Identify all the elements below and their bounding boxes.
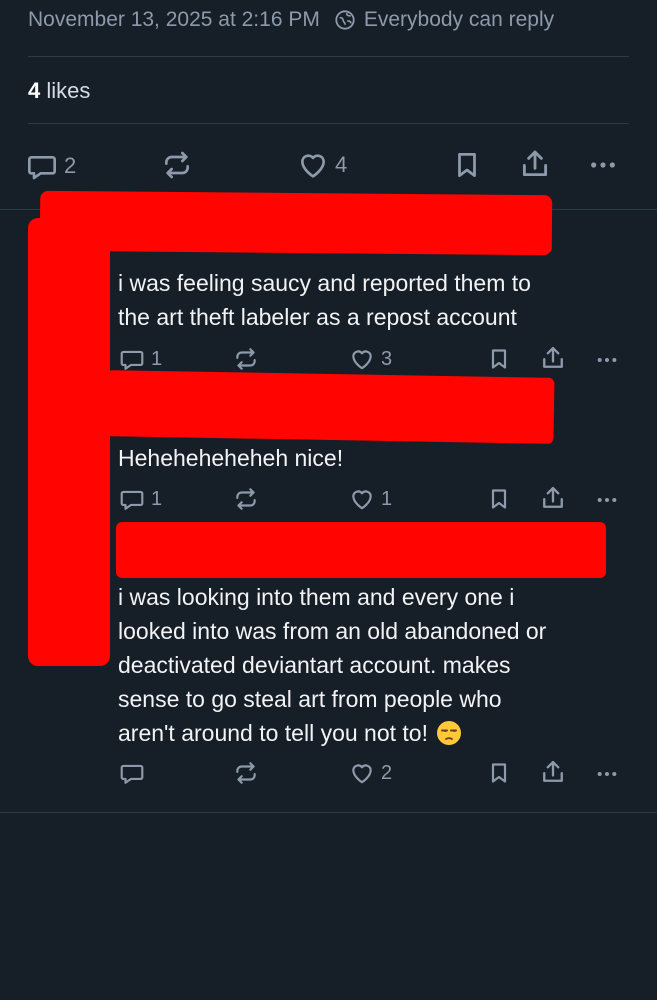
reply-text: Heheheheheheh nice! bbox=[118, 441, 343, 475]
repost-icon bbox=[233, 760, 259, 786]
reply-count: 1 bbox=[151, 487, 163, 510]
bookmark-button[interactable] bbox=[487, 346, 511, 372]
more-options-icon bbox=[593, 489, 621, 511]
reply-icon bbox=[26, 150, 58, 182]
text-line: Heheheheheheh nice! bbox=[118, 445, 344, 471]
bookmark-button[interactable] bbox=[487, 760, 511, 786]
like-count: 1 bbox=[381, 487, 393, 510]
bookmark-icon bbox=[452, 149, 482, 181]
share-button[interactable] bbox=[539, 344, 567, 372]
text-line: sense to go steal art from people who bbox=[118, 686, 502, 712]
like-count: 2 bbox=[381, 761, 393, 784]
repost-button[interactable] bbox=[233, 486, 259, 512]
text-line: i was feeling saucy and reported them to bbox=[118, 270, 531, 296]
reply-button[interactable] bbox=[119, 760, 145, 786]
likes-label: likes bbox=[46, 78, 91, 103]
more-button[interactable] bbox=[593, 349, 621, 371]
reply-button[interactable]: 2 bbox=[26, 150, 76, 182]
reply-icon bbox=[119, 486, 145, 512]
reply-icon bbox=[119, 760, 145, 786]
text-line: i was looking into them and every one i bbox=[118, 584, 515, 610]
share-icon bbox=[539, 344, 567, 372]
share-icon bbox=[539, 484, 567, 512]
unamused-face-icon bbox=[436, 720, 462, 746]
redaction-mark bbox=[105, 370, 555, 444]
post-timestamp: November 13, 2025 at 2:16 PM bbox=[28, 8, 320, 31]
reply-setting-label[interactable]: Everybody can reply bbox=[364, 8, 554, 32]
like-button[interactable]: 2 bbox=[349, 760, 392, 786]
share-button[interactable] bbox=[518, 147, 552, 181]
likes-summary[interactable]: 4 likes bbox=[28, 78, 90, 104]
repost-icon bbox=[233, 486, 259, 512]
heart-icon bbox=[349, 346, 375, 372]
bookmark-icon bbox=[487, 346, 511, 372]
heart-icon bbox=[297, 149, 329, 181]
reply-text: i was feeling saucy and reported them to… bbox=[118, 266, 531, 334]
share-icon bbox=[539, 758, 567, 786]
reply-count: 2 bbox=[64, 153, 77, 178]
like-button[interactable]: 3 bbox=[349, 346, 392, 372]
more-options-icon bbox=[586, 151, 620, 179]
like-button[interactable]: 4 bbox=[297, 149, 347, 181]
divider bbox=[28, 56, 629, 57]
reply-icon bbox=[119, 346, 145, 372]
reply-button[interactable]: 1 bbox=[119, 486, 162, 512]
more-button[interactable] bbox=[593, 489, 621, 511]
repost-button[interactable] bbox=[161, 149, 193, 181]
more-options-icon bbox=[593, 349, 621, 371]
repost-button[interactable] bbox=[233, 760, 259, 786]
text-line: aren't around to tell you not to! bbox=[118, 720, 428, 746]
text-line: looked into was from an old abandoned or bbox=[118, 618, 547, 644]
bookmark-button[interactable] bbox=[487, 486, 511, 512]
share-button[interactable] bbox=[539, 484, 567, 512]
bookmark-icon bbox=[487, 760, 511, 786]
like-count: 4 bbox=[335, 152, 348, 177]
text-line: deactivated deviantart account. makes bbox=[118, 652, 511, 678]
share-icon bbox=[518, 147, 552, 181]
heart-icon bbox=[349, 760, 375, 786]
divider bbox=[0, 812, 657, 813]
reply-text: i was looking into them and every one i … bbox=[118, 580, 546, 750]
redaction-mark bbox=[116, 522, 606, 578]
repost-icon bbox=[233, 346, 259, 372]
divider bbox=[28, 123, 629, 124]
bookmark-icon bbox=[487, 486, 511, 512]
bookmark-button[interactable] bbox=[452, 149, 482, 181]
reply-count: 1 bbox=[151, 347, 163, 370]
heart-icon bbox=[349, 486, 375, 512]
share-button[interactable] bbox=[539, 758, 567, 786]
more-button[interactable] bbox=[593, 763, 621, 785]
more-options-icon bbox=[593, 763, 621, 785]
like-button[interactable]: 1 bbox=[349, 486, 392, 512]
repost-button[interactable] bbox=[233, 346, 259, 372]
reply-setting-icon bbox=[334, 9, 356, 31]
redaction-mark bbox=[28, 218, 110, 666]
redaction-mark bbox=[39, 190, 553, 256]
repost-icon bbox=[161, 149, 193, 181]
more-button[interactable] bbox=[586, 151, 620, 179]
reply-button[interactable]: 1 bbox=[119, 346, 162, 372]
likes-count: 4 bbox=[28, 78, 41, 103]
text-line: the art theft labeler as a repost accoun… bbox=[118, 304, 517, 330]
like-count: 3 bbox=[381, 347, 393, 370]
post-meta: November 13, 2025 at 2:16 PM Everybody c… bbox=[28, 8, 554, 32]
